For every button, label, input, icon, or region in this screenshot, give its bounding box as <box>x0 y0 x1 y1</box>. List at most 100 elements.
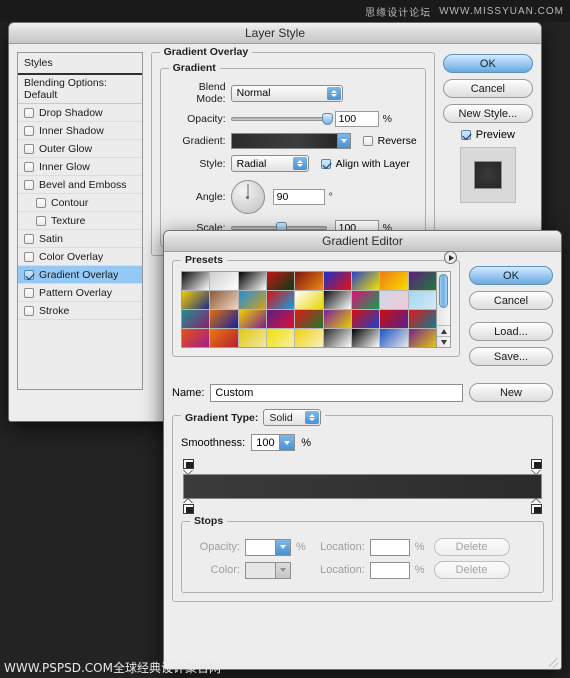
style-row-contour[interactable]: Contour <box>18 194 142 212</box>
style-row-gradient-overlay[interactable]: Gradient Overlay <box>18 266 142 284</box>
style-checkbox[interactable] <box>24 305 34 316</box>
scroll-down-arrow-icon[interactable] <box>437 336 450 347</box>
preset-swatch[interactable] <box>182 272 210 290</box>
ge-load-button[interactable]: Load... <box>469 322 553 341</box>
style-row-texture[interactable]: Texture <box>18 212 142 230</box>
preset-swatch[interactable] <box>408 291 436 309</box>
preset-swatch[interactable] <box>380 329 408 347</box>
presets-scrollbar[interactable] <box>436 272 450 347</box>
preset-swatch[interactable] <box>238 291 266 309</box>
scrollbar-thumb[interactable] <box>439 274 448 308</box>
opacity-slider-knob[interactable] <box>321 113 333 125</box>
preset-swatch[interactable] <box>352 329 380 347</box>
style-checkbox[interactable] <box>24 269 34 280</box>
preset-swatch[interactable] <box>352 272 380 290</box>
presets-swatch-grid[interactable] <box>182 272 436 347</box>
style-checkbox[interactable] <box>24 179 34 190</box>
preset-swatch[interactable] <box>323 291 351 309</box>
style-row-inner-shadow[interactable]: Inner Shadow <box>18 122 142 140</box>
preset-swatch[interactable] <box>408 329 436 347</box>
presets-swatch-panel[interactable] <box>181 271 451 348</box>
opacity-location-input[interactable] <box>369 538 410 556</box>
cancel-button[interactable]: Cancel <box>442 79 533 98</box>
preset-swatch[interactable] <box>238 329 266 347</box>
blend-mode-select[interactable]: Normal <box>230 84 343 102</box>
style-checkbox[interactable] <box>36 215 46 226</box>
style-row-outer-glow[interactable]: Outer Glow <box>18 140 142 158</box>
style-row-pattern-overlay[interactable]: Pattern Overlay <box>18 284 142 302</box>
style-checkbox[interactable] <box>24 161 34 172</box>
preset-swatch[interactable] <box>380 291 408 309</box>
ge-cancel-button[interactable]: Cancel <box>469 291 553 310</box>
preset-swatch[interactable] <box>380 310 408 328</box>
color-location-input[interactable] <box>369 561 410 579</box>
style-row-inner-glow[interactable]: Inner Glow <box>18 158 142 176</box>
style-checkbox[interactable] <box>24 143 34 154</box>
stop-opacity-input[interactable] <box>245 538 291 556</box>
opacity-delete-button[interactable]: Delete <box>433 538 510 556</box>
align-with-layer-checkbox[interactable] <box>320 158 331 169</box>
preset-swatch[interactable] <box>238 272 266 290</box>
style-row-stroke[interactable]: Stroke <box>18 302 142 320</box>
opacity-stop-end[interactable] <box>531 459 542 474</box>
opacity-slider[interactable] <box>230 112 333 126</box>
preset-swatch[interactable] <box>295 329 323 347</box>
preset-swatch[interactable] <box>182 291 210 309</box>
preset-swatch[interactable] <box>408 310 436 328</box>
preview-checkbox[interactable] <box>460 130 471 140</box>
gradient-dropdown-icon[interactable] <box>336 134 350 148</box>
chevron-down-icon[interactable] <box>275 539 290 555</box>
preset-swatch[interactable] <box>295 291 323 309</box>
opacity-stop-start[interactable] <box>183 459 194 474</box>
preset-swatch[interactable] <box>267 272 295 290</box>
style-row-drop-shadow[interactable]: Drop Shadow <box>18 104 142 122</box>
preset-swatch[interactable] <box>267 291 295 309</box>
ok-button[interactable]: OK <box>442 54 533 73</box>
gradient-preview-bar[interactable] <box>183 474 542 499</box>
layer-style-titlebar[interactable]: Layer Style <box>9 23 541 44</box>
gradient-preview-button[interactable] <box>230 133 351 149</box>
style-checkbox[interactable] <box>36 197 46 208</box>
align-with-layer-row[interactable]: Align with Layer <box>320 158 410 170</box>
chevron-down-icon[interactable] <box>279 435 295 450</box>
preset-swatch[interactable] <box>210 329 238 347</box>
chevron-down-icon[interactable] <box>275 562 290 578</box>
ge-save-button[interactable]: Save... <box>469 347 553 366</box>
preset-swatch[interactable] <box>323 310 351 328</box>
ge-ok-button[interactable]: OK <box>469 266 553 285</box>
color-delete-button[interactable]: Delete <box>433 561 510 579</box>
style-checkbox[interactable] <box>24 125 34 136</box>
preset-swatch[interactable] <box>210 291 238 309</box>
preset-swatch[interactable] <box>182 329 210 347</box>
new-preset-button[interactable]: New <box>469 383 553 402</box>
name-input[interactable]: Custom <box>210 383 463 402</box>
style-checkbox[interactable] <box>24 107 34 118</box>
style-checkbox[interactable] <box>24 233 34 244</box>
preset-swatch[interactable] <box>352 291 380 309</box>
opacity-input[interactable]: 100 <box>334 111 379 127</box>
reverse-checkbox-row[interactable]: Reverse <box>362 135 417 147</box>
new-style-button[interactable]: New Style... <box>442 104 533 123</box>
style-row-color-overlay[interactable]: Color Overlay <box>18 248 142 266</box>
preset-swatch[interactable] <box>182 310 210 328</box>
gradient-editor-titlebar[interactable]: Gradient Editor <box>164 231 561 252</box>
color-stop-start[interactable] <box>183 499 194 514</box>
preset-swatch[interactable] <box>323 329 351 347</box>
style-select[interactable]: Radial <box>230 155 309 172</box>
preset-swatch[interactable] <box>295 272 323 290</box>
preset-swatch[interactable] <box>295 310 323 328</box>
preset-swatch[interactable] <box>267 310 295 328</box>
preset-swatch[interactable] <box>323 272 351 290</box>
angle-input[interactable]: 90 <box>272 189 325 205</box>
preset-swatch[interactable] <box>210 272 238 290</box>
style-row-bevel-and-emboss[interactable]: Bevel and Emboss <box>18 176 142 194</box>
gradient-type-select[interactable]: Solid <box>263 409 322 426</box>
reverse-checkbox[interactable] <box>362 136 373 146</box>
preset-swatch[interactable] <box>408 272 436 290</box>
styles-list[interactable]: Styles Blending Options: Default Drop Sh… <box>17 52 143 390</box>
presets-flyout-menu-icon[interactable] <box>444 251 457 264</box>
angle-dial[interactable] <box>230 180 265 214</box>
preset-swatch[interactable] <box>267 329 295 347</box>
style-row-satin[interactable]: Satin <box>18 230 142 248</box>
style-checkbox[interactable] <box>24 251 34 262</box>
